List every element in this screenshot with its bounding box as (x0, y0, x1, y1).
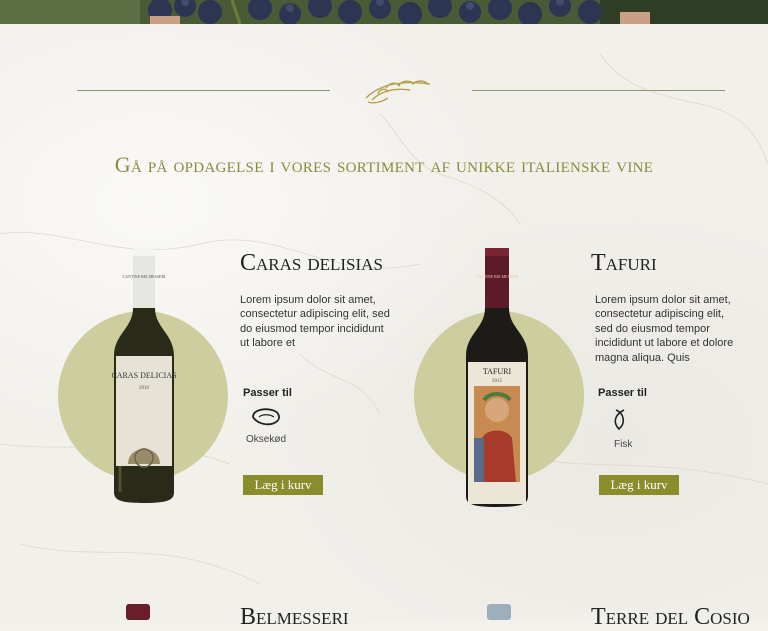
bottle-label-name: CARAS DELICIAS (112, 371, 176, 380)
hero-grapes-image (0, 0, 768, 24)
product-description: Lorem ipsum dolor sit amet, consectetur … (595, 294, 734, 364)
wine-bottle-image[interactable]: CANTINE BELMESSERI TAFURI 2015 (464, 248, 530, 508)
product-title[interactable]: Tafuri (591, 250, 657, 277)
divider-line-left (77, 90, 330, 91)
pairs-with-label: Passer til (598, 387, 647, 399)
bottle-label-name: TAFURI (483, 367, 512, 376)
product-title[interactable]: Terre del Cosio (591, 604, 750, 631)
pairs-with-value: Fisk (614, 439, 633, 450)
wine-bottle-image[interactable] (485, 604, 513, 620)
divider-line-right (472, 90, 725, 91)
product-title[interactable]: Caras delisias (240, 250, 383, 277)
bottle-label-year: 2016 (139, 386, 150, 391)
steak-icon (252, 408, 280, 426)
product-title[interactable]: Belmesseri (240, 604, 349, 631)
fish-icon (614, 409, 625, 431)
wine-bottle-image[interactable]: CANTINE BELMESSERI CARAS DELICIAS 2016 (112, 248, 176, 504)
pairs-with-value: Oksekød (246, 434, 287, 445)
product-description: Lorem ipsum dolor sit amet, consectetur … (240, 294, 390, 350)
wine-bottle-image[interactable] (124, 604, 152, 620)
add-to-cart-button[interactable]: Læg i kurv (599, 475, 679, 495)
bottle-label-year: 2015 (492, 379, 503, 384)
capsule-text: CANTINE BELMESSERI (123, 274, 167, 279)
section-headline: Gå på opdagelse i vores sortiment af uni… (114, 152, 654, 177)
pairs-with-label: Passer til (243, 387, 292, 399)
capsule-text: CANTINE BELMESSERI (476, 274, 520, 279)
leaf-ornament-icon (365, 80, 431, 104)
add-to-cart-button[interactable]: Læg i kurv (243, 475, 323, 495)
